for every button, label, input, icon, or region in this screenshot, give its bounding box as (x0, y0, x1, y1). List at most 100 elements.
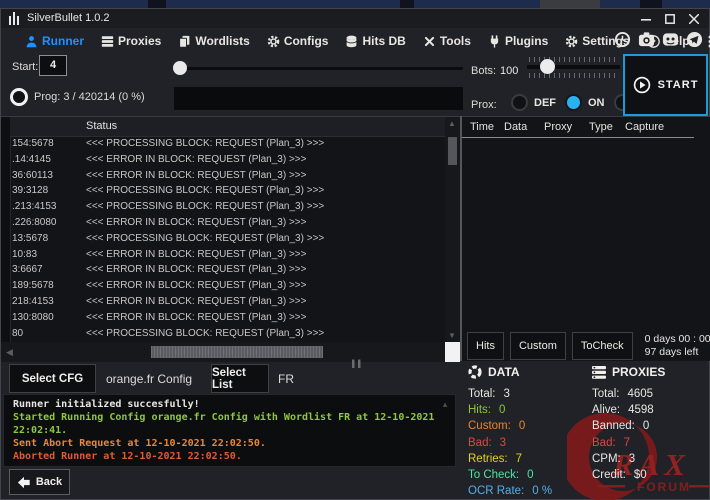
stat-value: 7 (623, 436, 631, 449)
dots-icon (708, 35, 710, 47)
status-table-body: 154:5678 <<< PROCESSING BLOCK: REQUEST (P… (10, 136, 445, 342)
start-threads-input[interactable]: 4 (39, 55, 67, 76)
column-header-time[interactable]: Time (470, 121, 494, 133)
stat-row: Total: 3 (468, 386, 580, 402)
column-header-type[interactable]: Type (589, 121, 613, 133)
threads-slider-track[interactable] (177, 67, 463, 70)
selected-config-value: orange.fr Config (106, 372, 193, 386)
bots-slider-thumb[interactable] (540, 59, 555, 74)
scroll-left-icon[interactable]: ◀ (6, 347, 13, 358)
proxy-endpoint: 3:6667 (12, 264, 43, 276)
camera-icon[interactable] (637, 30, 656, 49)
runner-log-console[interactable]: Runner initialized succesfully! Started R… (3, 394, 456, 467)
menu-item-tools[interactable]: Tools (423, 34, 471, 48)
table-row[interactable]: 36:60113 <<< ERROR IN BLOCK: REQUEST (Pla… (10, 168, 445, 184)
stat-value: 0 (642, 420, 650, 433)
history-icon[interactable] (613, 30, 632, 49)
proxy-endpoint: 189:5678 (12, 280, 54, 292)
app-window: SilverBullet 1.0.2 Runner Proxies Wordli… (0, 8, 710, 500)
play-icon (633, 76, 650, 94)
select-wordlist-button[interactable]: Select List (211, 364, 269, 393)
maximize-button[interactable] (659, 11, 681, 26)
results-table-body (462, 138, 710, 330)
stat-row: Bad: 7 (592, 435, 710, 451)
table-row[interactable]: .226:8080 <<< ERROR IN BLOCK: REQUEST (Pl… (10, 215, 445, 231)
stat-label: Custom: (468, 420, 511, 433)
table-row[interactable]: .14:4145 <<< ERROR IN BLOCK: REQUEST (Pla… (10, 152, 445, 168)
menu-item-plugins[interactable]: Plugins (488, 34, 548, 48)
stat-label: Credit: (592, 469, 626, 482)
proxy-on-radio[interactable] (565, 94, 582, 111)
menu-item-hits-db[interactable]: Hits DB (345, 34, 406, 48)
column-header-capture[interactable]: Capture (625, 121, 664, 133)
menu-bar: Runner Proxies Wordlists Configs Hits DB… (1, 28, 710, 54)
stat-label: Bad: (592, 436, 616, 449)
close-button[interactable] (683, 11, 705, 26)
tab-tocheck[interactable]: ToCheck (571, 332, 633, 360)
start-button[interactable]: START (623, 54, 708, 116)
menu-item-runner[interactable]: Runner (25, 34, 84, 48)
column-header-proxy[interactable]: Proxy (544, 121, 572, 133)
menu-item-proxies[interactable]: Proxies (101, 34, 161, 48)
table-row[interactable]: .213:4153 <<< PROCESSING BLOCK: REQUEST (… (10, 199, 445, 215)
stat-value: 4598 (628, 404, 654, 417)
application: SilverBullet 1.0.2 Runner Proxies Wordli… (0, 0, 710, 500)
discord-icon[interactable] (661, 30, 680, 49)
bot-status: <<< ERROR IN BLOCK: REQUEST (Plan_3) >>> (86, 153, 307, 165)
proxy-endpoint: 218:4153 (12, 295, 54, 307)
stat-row: To Check: 0 (468, 467, 580, 483)
bot-status: <<< ERROR IN BLOCK: REQUEST (Plan_3) >>> (86, 280, 307, 292)
table-row[interactable]: 39:3128 <<< PROCESSING BLOCK: REQUEST (Pl… (10, 183, 445, 199)
window-title: SilverBullet 1.0.2 (27, 12, 110, 24)
title-bar: SilverBullet 1.0.2 (1, 9, 709, 28)
scroll-down-icon[interactable]: ▼ (448, 331, 456, 340)
table-row[interactable]: 80 <<< PROCESSING BLOCK: REQUEST (Plan_3)… (10, 326, 445, 342)
minimize-button[interactable] (635, 11, 657, 26)
proxy-endpoint: .213:4153 (12, 201, 57, 213)
table-row[interactable]: 10:83 <<< ERROR IN BLOCK: REQUEST (Plan_3… (10, 247, 445, 263)
proxy-endpoint: 10:83 (12, 248, 38, 260)
tab-custom[interactable]: Custom (509, 332, 566, 360)
stat-label: Total: (592, 388, 620, 401)
horizontal-scrollbar-thumb[interactable] (151, 346, 323, 358)
stat-value: 4605 (627, 388, 654, 401)
splitter-grip[interactable]: ▌▌ (352, 361, 364, 368)
tab-hits[interactable]: Hits (467, 332, 504, 360)
proxy-def-radio[interactable] (511, 94, 528, 111)
log-lines: Runner initialized succesfully! Started R… (13, 398, 441, 463)
stat-row: Banned: 0 (592, 418, 710, 434)
table-row[interactable]: 154:5678 <<< PROCESSING BLOCK: REQUEST (P… (10, 136, 445, 152)
select-config-button[interactable]: Select CFG (9, 364, 96, 393)
table-row[interactable]: 13:5678 <<< PROCESSING BLOCK: REQUEST (Pl… (10, 231, 445, 247)
table-row[interactable]: 3:6667 <<< ERROR IN BLOCK: REQUEST (Plan_… (10, 262, 445, 278)
status-column-header[interactable]: Status (10, 117, 445, 137)
vertical-scrollbar[interactable]: ▲ ▼ (445, 117, 460, 342)
back-button[interactable]: Back (9, 469, 70, 495)
server-icon (592, 365, 606, 379)
threads-slider-thumb[interactable] (173, 61, 187, 75)
stat-label: CPM: (592, 452, 621, 465)
vertical-scrollbar-thumb[interactable] (448, 137, 457, 165)
progress-label: Prog: 3 / 420214 (0 %) (34, 91, 145, 103)
table-row[interactable]: 189:5678 <<< ERROR IN BLOCK: REQUEST (Pla… (10, 278, 445, 294)
stat-label: Hits: (468, 404, 491, 417)
console-scroll-up-icon[interactable]: ▲ (441, 400, 449, 409)
horizontal-scrollbar[interactable]: ◀ (1, 342, 445, 362)
data-panel-title: DATA (468, 365, 520, 379)
proxies-icon (101, 35, 114, 47)
progress-bar (174, 87, 463, 110)
telegram-icon[interactable] (685, 30, 704, 49)
stat-row: Bad: 3 (468, 435, 580, 451)
scroll-up-icon[interactable]: ▲ (448, 119, 456, 128)
table-row[interactable]: 218:4153 <<< ERROR IN BLOCK: REQUEST (Pla… (10, 294, 445, 310)
menu-item-wordlists[interactable]: Wordlists (178, 34, 250, 48)
stat-value: 3 (503, 388, 510, 401)
stat-row: Hits: 0 (468, 402, 580, 418)
proxy-endpoint: 36:60113 (12, 169, 53, 181)
bot-status: <<< PROCESSING BLOCK: REQUEST (Plan_3) >… (86, 138, 325, 149)
table-row[interactable]: 130:8080 <<< ERROR IN BLOCK: REQUEST (Pla… (10, 310, 445, 326)
bots-label: Bots: (471, 65, 497, 77)
menu-item-configs[interactable]: Configs (267, 34, 328, 48)
menu-item-supporters[interactable]: Supporters (707, 34, 710, 48)
column-header-data[interactable]: Data (504, 121, 527, 133)
